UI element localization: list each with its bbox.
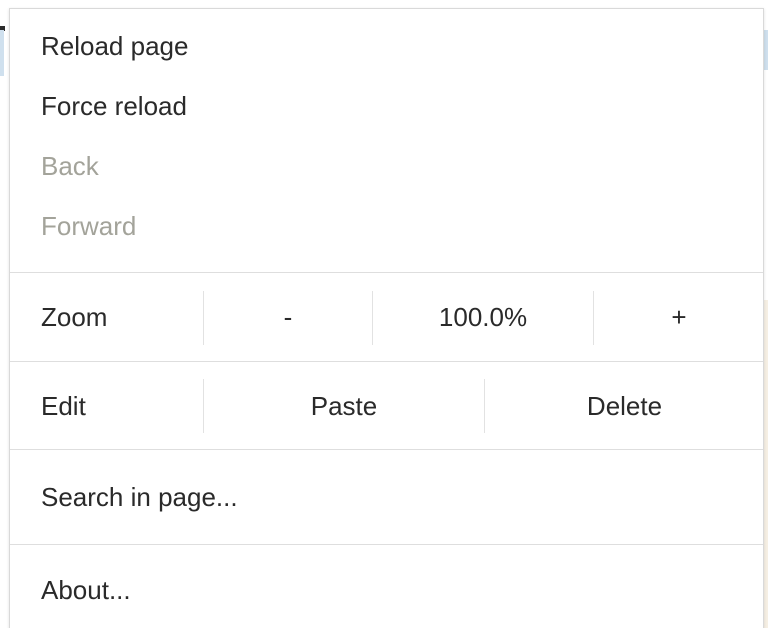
- menu-item-force-reload[interactable]: Force reload: [10, 76, 763, 136]
- menu-item-about[interactable]: About...: [10, 545, 763, 628]
- zoom-level-value[interactable]: 100.0%: [373, 273, 593, 361]
- menu-item-reload-page[interactable]: Reload page: [10, 16, 763, 76]
- paste-button[interactable]: Paste: [204, 362, 484, 450]
- zoom-in-button[interactable]: +: [594, 273, 764, 361]
- menu-item-forward[interactable]: Forward: [10, 196, 763, 256]
- screen: Reload page Force reload Back Forward Zo…: [0, 0, 768, 628]
- background-window-edge: [0, 30, 4, 76]
- background-window-edge: [764, 300, 768, 628]
- context-menu: Reload page Force reload Back Forward Zo…: [9, 8, 764, 628]
- menu-item-search-in-page[interactable]: Search in page...: [10, 450, 763, 544]
- edit-label: Edit: [41, 390, 86, 421]
- zoom-row: Zoom - 100.0% +: [10, 273, 763, 361]
- zoom-out-button[interactable]: -: [204, 273, 372, 361]
- zoom-label: Zoom: [41, 301, 108, 332]
- menu-item-back[interactable]: Back: [10, 136, 763, 196]
- delete-button[interactable]: Delete: [485, 362, 764, 450]
- edit-row: Edit Paste Delete: [10, 362, 763, 450]
- background-window-edge: [764, 30, 768, 70]
